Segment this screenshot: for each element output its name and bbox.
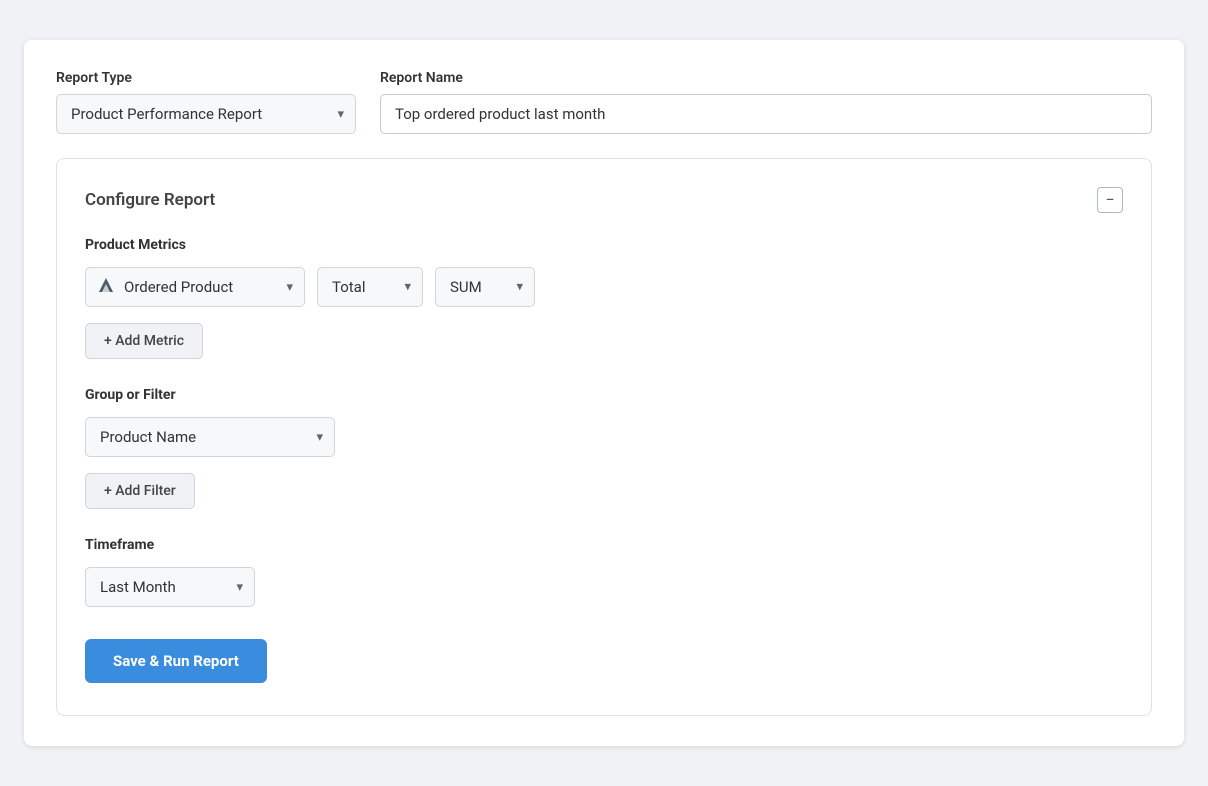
report-name-group: Report Name <box>380 70 1152 134</box>
report-type-select[interactable]: Product Performance Report Sales Report … <box>56 94 356 134</box>
metric-type-select[interactable]: Ordered Product Shipped Product Returned… <box>85 267 305 307</box>
aggregate-select[interactable]: Total Average Count <box>317 267 423 307</box>
function-select-wrapper: SUM AVG MIN MAX ▾ <box>435 267 535 307</box>
configure-section: Configure Report − Product Metrics Order… <box>56 158 1152 716</box>
product-metrics-label: Product Metrics <box>85 237 1123 253</box>
aggregate-select-wrapper: Total Average Count ▾ <box>317 267 423 307</box>
function-select[interactable]: SUM AVG MIN MAX <box>435 267 535 307</box>
filter-select[interactable]: Product Name Category Brand SKU <box>85 417 335 457</box>
configure-header: Configure Report − <box>85 187 1123 213</box>
add-metric-button[interactable]: + Add Metric <box>85 323 203 359</box>
timeframe-label: Timeframe <box>85 537 1123 553</box>
timeframe-section: Timeframe Last Month Last Week Last Quar… <box>85 537 1123 607</box>
group-filter-section: Group or Filter Product Name Category Br… <box>85 387 1123 509</box>
product-metrics-section: Product Metrics Ordered Product Shipped … <box>85 237 1123 359</box>
top-section: Report Type Product Performance Report S… <box>56 70 1152 134</box>
metric-select-wrapper: Ordered Product Shipped Product Returned… <box>85 267 305 307</box>
add-filter-button[interactable]: + Add Filter <box>85 473 195 509</box>
report-type-group: Report Type Product Performance Report S… <box>56 70 356 134</box>
collapse-button[interactable]: − <box>1097 187 1123 213</box>
report-type-select-wrapper: Product Performance Report Sales Report … <box>56 94 356 134</box>
page-container: Report Type Product Performance Report S… <box>24 40 1184 746</box>
filter-select-wrapper: Product Name Category Brand SKU ▾ <box>85 417 335 457</box>
configure-title: Configure Report <box>85 190 215 210</box>
report-name-label: Report Name <box>380 70 1152 86</box>
timeframe-select[interactable]: Last Month Last Week Last Quarter Last Y… <box>85 567 255 607</box>
group-filter-label: Group or Filter <box>85 387 1123 403</box>
metrics-row: Ordered Product Shipped Product Returned… <box>85 267 1123 307</box>
report-name-input[interactable] <box>380 94 1152 134</box>
filter-select-row: Product Name Category Brand SKU ▾ <box>85 417 1123 457</box>
save-run-button[interactable]: Save & Run Report <box>85 639 267 683</box>
timeframe-select-wrapper: Last Month Last Week Last Quarter Last Y… <box>85 567 255 607</box>
report-type-label: Report Type <box>56 70 356 86</box>
